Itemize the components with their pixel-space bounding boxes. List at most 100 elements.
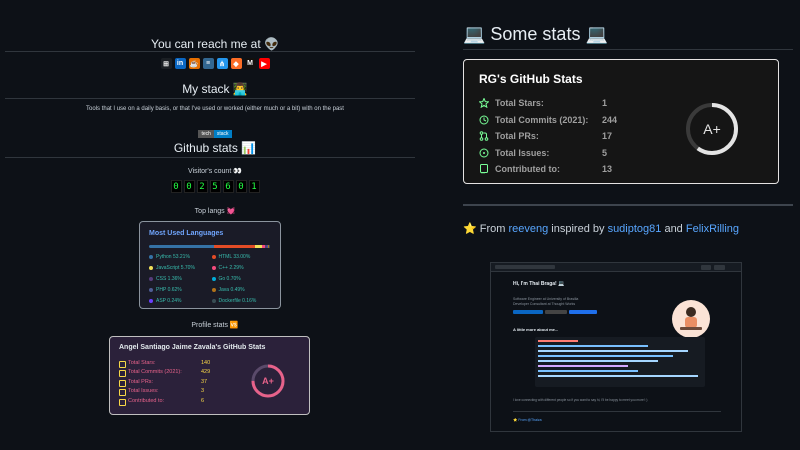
rg-stat-value: 5 <box>602 147 608 158</box>
stack-description: Tools that I use on a daily basis, or th… <box>86 106 344 112</box>
profile-stats-card[interactable]: Angel Santiago Jaime Zavala's GitHub Sta… <box>109 336 310 415</box>
rg-stat-label: Total PRs: <box>495 131 539 142</box>
language-item: Java 0.49% <box>211 287 275 293</box>
preview-more-about: A little more about me... <box>513 327 559 332</box>
medium-icon[interactable]: M <box>244 58 256 69</box>
profile-stat-label: Total Issues: <box>119 388 201 397</box>
language-bar-segment <box>255 245 263 248</box>
preview-blame-button <box>714 265 725 270</box>
readme-preview-screenshot: Hi, I'm Thai Braga! 💻 Software Engineer … <box>490 262 742 432</box>
stack-heading: My stack 👨‍💻 <box>182 82 248 96</box>
language-item: Dockerfile 0.16% <box>211 298 275 304</box>
language-label: ASP 0.24% <box>156 298 182 304</box>
issue-icon <box>479 148 489 158</box>
divider <box>5 98 415 99</box>
profile-stat-row: Total PRs: 37 <box>119 377 210 387</box>
language-dot <box>211 266 216 270</box>
felixrilling-link[interactable]: FelixRilling <box>686 223 739 235</box>
profile-grade-ring: A+ <box>251 364 285 398</box>
profile-stat-value: 429 <box>201 369 211 376</box>
badge-right: stack <box>213 130 232 138</box>
code-line <box>538 340 578 342</box>
code-line <box>538 370 638 372</box>
code-line <box>538 345 648 347</box>
counter-digit: 0 <box>183 180 195 193</box>
rg-stat-row: Total Issues: 5 <box>479 145 617 162</box>
sudiptog81-link[interactable]: sudiptog81 <box>608 223 662 235</box>
counter-digit: 6 <box>222 180 234 193</box>
language-dot <box>211 288 216 292</box>
rg-stat-row: Total Stars: 1 <box>479 95 617 112</box>
illustration-head <box>686 307 696 317</box>
language-label: HTML 33.00% <box>218 254 251 260</box>
language-item: C++ 2.29% <box>211 265 275 271</box>
preview-badge <box>545 310 567 314</box>
credit-middle: inspired by <box>548 223 608 235</box>
preview-intro-line2: Developer Consultant at Thought Works <box>513 302 576 306</box>
reach-heading: You can reach me at 👽 <box>151 37 279 51</box>
preview-code-block <box>535 337 705 387</box>
language-item: ASP 0.24% <box>149 298 212 304</box>
preview-topbar <box>491 263 741 272</box>
java-icon[interactable]: ☕ <box>188 58 200 69</box>
divider <box>5 51 415 52</box>
rg-stat-label: Contributed to: <box>495 164 560 175</box>
profile-stat-row: Contributed to: 6 <box>119 396 210 406</box>
illustration-body <box>685 317 697 328</box>
gitlab-icon[interactable]: ◆ <box>230 58 242 69</box>
profile-stat-value: 6 <box>201 397 205 404</box>
counter-digit: 2 <box>196 180 208 193</box>
horizontal-rule <box>463 204 793 206</box>
some-stats-heading: 💻 Some stats 💻 <box>463 24 608 44</box>
languages-bar <box>149 245 272 248</box>
credit-and: and <box>661 223 686 235</box>
language-item: JavaScript 5.70% <box>149 265 212 271</box>
rg-stat-label: Total Stars: <box>495 98 544 109</box>
rg-stats-rows: Total Stars: 1 Total Commits (2021): 244 Tot… <box>479 95 617 178</box>
divider <box>463 49 793 50</box>
code-line <box>538 375 698 377</box>
visitors-label: Visitor's count 👀 <box>188 168 242 175</box>
language-label: Dockerfile 0.16% <box>218 298 257 304</box>
counter-digit: 5 <box>209 180 221 193</box>
preview-illustration <box>672 300 710 338</box>
profile-stat-label: Total Stars: <box>119 360 201 368</box>
stackoverflow-icon[interactable]: ⊞ <box>160 58 172 69</box>
profile-stat-label: Contributed to: <box>119 398 201 406</box>
rg-stat-label: Total Issues: <box>495 147 550 158</box>
profile-stat-label: Total PRs: <box>119 379 201 387</box>
youtube-icon[interactable]: ▶ <box>258 58 270 69</box>
blocks-icon[interactable]: ⋔ <box>216 58 228 69</box>
code-line <box>538 355 673 357</box>
profile-stat-value: 37 <box>201 378 208 385</box>
language-dot <box>149 255 153 259</box>
preview-divider <box>513 411 721 412</box>
languages-card-title: Most Used Languages <box>149 230 224 237</box>
rg-card-title: RG's GitHub Stats <box>479 72 583 86</box>
star-icon <box>479 98 489 109</box>
counter-digit: 0 <box>170 180 182 193</box>
illustration-laptop <box>680 327 702 330</box>
profile-stat-value: 140 <box>201 359 211 366</box>
counter-digit: 1 <box>248 180 260 193</box>
language-label: PHP 0.62% <box>156 287 182 293</box>
languages-card[interactable]: Most Used Languages Python 53.21% HTML 33… <box>139 221 281 309</box>
profile-stats-label: Profile stats 🆚 <box>191 322 239 329</box>
rg-grade-ring: A+ <box>686 103 738 155</box>
language-dot <box>149 299 153 303</box>
pull-request-icon <box>479 131 489 142</box>
history-icon <box>479 115 489 125</box>
code-line <box>538 360 658 362</box>
languages-list: Python 53.21% HTML 33.00% JavaScript 5.70%… <box>149 254 274 304</box>
profile-grade: A+ <box>262 376 274 386</box>
linkedin-icon[interactable]: in <box>174 58 186 69</box>
language-dot <box>149 266 153 270</box>
github-stats-heading: Github stats 📊 <box>173 141 257 155</box>
rg-stats-card[interactable]: RG's GitHub Stats Total Stars: 1 Total Com… <box>463 59 779 184</box>
counter-digit: 0 <box>235 180 247 193</box>
reeveng-link[interactable]: reeveng <box>508 223 548 235</box>
language-bar-segment <box>149 245 215 248</box>
database-icon[interactable]: ≡ <box>202 58 214 69</box>
preview-raw-button <box>701 265 711 270</box>
tech-stack-badge[interactable]: tech stack <box>0 122 430 140</box>
